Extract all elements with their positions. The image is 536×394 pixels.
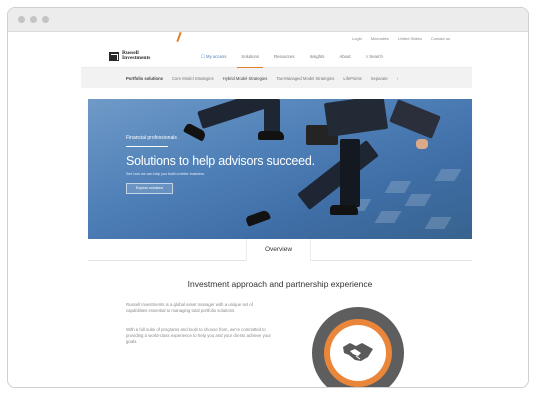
hero-person-arm (389, 99, 441, 139)
partnership-badge (312, 307, 404, 387)
hero-person-hand (416, 139, 428, 149)
hero-person-shoe (330, 205, 358, 215)
hero-title: Solutions to help advisors succeed. (126, 154, 315, 168)
search-icon: ⌕ (365, 53, 369, 59)
window-titlebar (8, 8, 528, 32)
window-maximize-dot[interactable] (42, 16, 49, 23)
chevron-right-icon[interactable]: › (397, 76, 398, 81)
logo-text: Russell Investments (122, 50, 151, 61)
section-title: Investment approach and partnership expe… (187, 279, 373, 289)
hero-person-leg (264, 99, 280, 133)
page-tabs: Overview (88, 239, 472, 261)
nav-my-access[interactable]: ☐ My access (201, 45, 226, 68)
subnav-title[interactable]: Portfolio solutions (126, 76, 163, 81)
logo-icon (109, 51, 119, 61)
utility-microsites-link[interactable]: Microsites (371, 36, 389, 41)
subnav-item-hybrid[interactable]: Hybrid Model Strategies (223, 76, 268, 81)
website: Login Microsites United States Contact u… (81, 32, 472, 387)
explore-solutions-button[interactable]: Explore solutions (126, 183, 173, 194)
nav-search[interactable]: ⌕ Search (366, 45, 383, 68)
hero-floor-tile (384, 181, 412, 193)
utility-region-link[interactable]: United States (398, 36, 422, 41)
window-minimize-dot[interactable] (30, 16, 37, 23)
russell-logo[interactable]: Russell Investments (109, 50, 201, 61)
browser-window: Login Microsites United States Contact u… (7, 7, 529, 388)
main-nav: Russell Investments ☐ My access Solution… (81, 45, 472, 68)
hero-subtitle: See how we can help you build a better b… (126, 172, 205, 176)
badge-orange-ring (324, 319, 392, 387)
window-close-dot[interactable] (18, 16, 25, 23)
subnav-item-lifepoints[interactable]: LifePoints (343, 76, 361, 81)
subnav-item-separate[interactable]: Separate (371, 76, 388, 81)
subnav-item-core[interactable]: Core Model Strategies (172, 76, 214, 81)
subnav-item-tax[interactable]: Tax-Managed Model Strategies (276, 76, 334, 81)
hero-person-shoe (245, 209, 271, 227)
hero-person-leg (340, 139, 360, 207)
hero-banner: Financial professionals Solutions to hel… (88, 99, 472, 239)
badge-core (330, 325, 386, 381)
nav-insights[interactable]: Insights (310, 45, 325, 68)
hero-label: Financial professionals (126, 135, 177, 141)
intro-paragraph: Russell Investments is a global asset ma… (126, 302, 253, 313)
sub-nav: Portfolio solutions Core Model Strategie… (81, 68, 472, 88)
hero-floor-tile (434, 169, 462, 181)
tab-overview[interactable]: Overview (246, 239, 311, 261)
handshake-icon (343, 343, 373, 361)
utility-nav: Login Microsites United States Contact u… (81, 32, 472, 45)
utility-login-link[interactable]: Login (352, 36, 362, 41)
hero-floor-tile (424, 217, 452, 229)
utility-contact-link[interactable]: Contact us (431, 36, 450, 41)
commitment-paragraph: With a full suite of programs and tools … (126, 327, 271, 344)
hero-floor-tile (374, 211, 402, 223)
nav-resources[interactable]: Resources (274, 45, 295, 68)
hero-floor-tile (404, 194, 432, 206)
hero-divider (126, 146, 168, 147)
hero-person-shoe (258, 131, 284, 140)
nav-about[interactable]: About (339, 45, 350, 68)
hero-person-body (323, 99, 389, 138)
nav-solutions[interactable]: Solutions (237, 45, 263, 68)
